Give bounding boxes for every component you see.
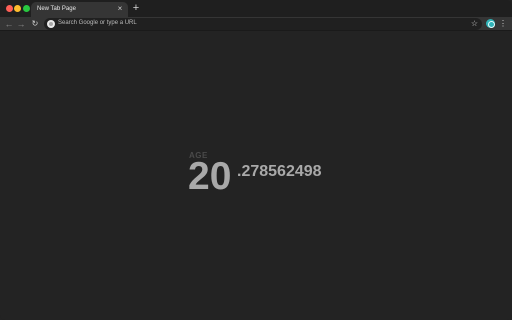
forward-arrow-icon[interactable]: → xyxy=(16,19,26,29)
menu-dots-icon[interactable]: ⋮ xyxy=(499,19,507,29)
bookmark-star-icon[interactable]: ☆ xyxy=(471,18,478,30)
address-bar-placeholder: Search Google or type a URL xyxy=(58,20,137,26)
toolbar: ← → ↻ Search Google or type a URL ☆ ⋮ xyxy=(0,17,512,31)
tab-new-tab-page[interactable]: New Tab Page × xyxy=(31,2,128,17)
browser-window: New Tab Page × + ← → ↻ Search Google or … xyxy=(0,0,512,320)
age-integer: 20 xyxy=(188,155,232,198)
new-tab-button[interactable]: + xyxy=(131,3,141,14)
tab-title: New Tab Page xyxy=(37,6,76,12)
reload-icon[interactable]: ↻ xyxy=(30,19,40,29)
back-arrow-icon[interactable]: ← xyxy=(4,19,14,29)
profile-avatar-icon[interactable] xyxy=(486,19,495,28)
tab-close-icon[interactable]: × xyxy=(116,5,124,13)
window-maximize-button[interactable] xyxy=(23,5,30,12)
address-bar[interactable]: Search Google or type a URL ☆ xyxy=(44,18,482,30)
google-icon xyxy=(47,20,55,28)
age-fraction: .278562498 xyxy=(237,163,322,180)
page-content: AGE 20 .278562498 xyxy=(0,32,512,320)
window-close-button[interactable] xyxy=(6,5,13,12)
window-minimize-button[interactable] xyxy=(14,5,21,12)
tab-strip: New Tab Page × + xyxy=(0,0,512,17)
